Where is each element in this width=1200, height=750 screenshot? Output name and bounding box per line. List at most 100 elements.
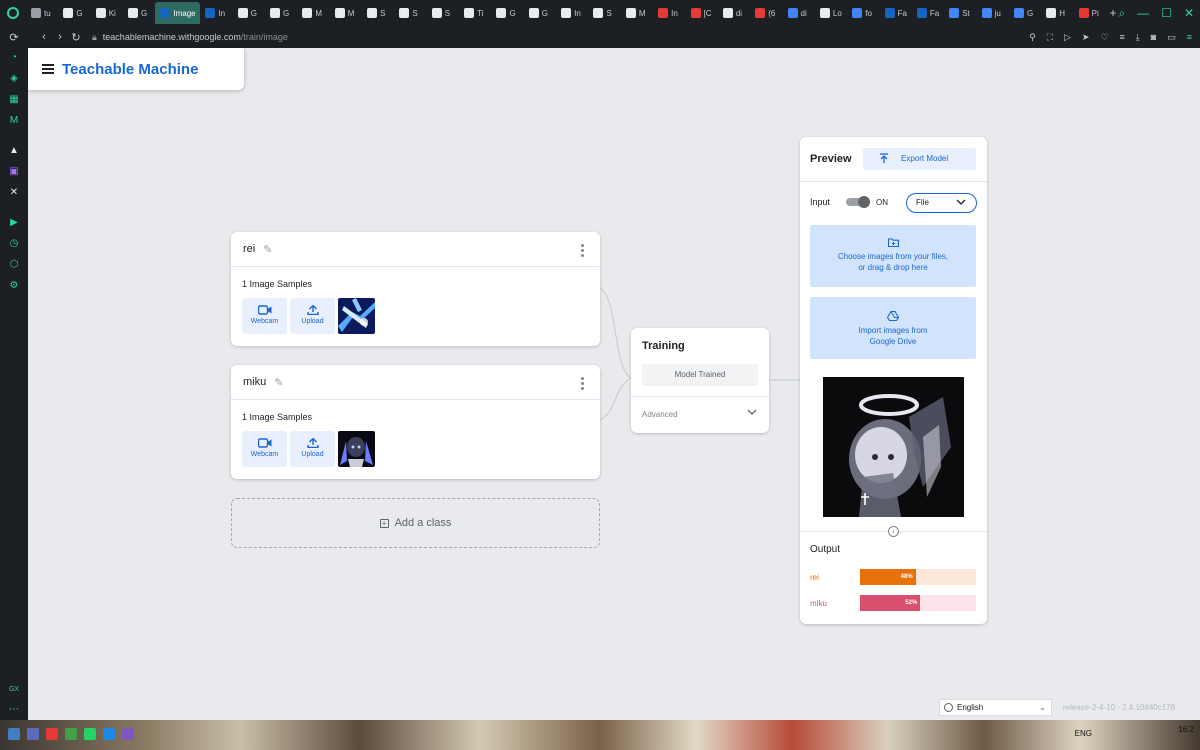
gx-icon[interactable]: GX xyxy=(8,684,20,696)
browser-tab[interactable]: fo xyxy=(847,2,879,24)
sample-thumbnail[interactable] xyxy=(338,298,375,334)
x-icon[interactable]: ✕ xyxy=(8,187,20,199)
browser-tab[interactable]: G xyxy=(233,2,265,24)
browser-tab[interactable]: [C xyxy=(686,2,718,24)
class-name[interactable]: miku xyxy=(243,376,266,388)
gx-mods-icon[interactable]: ▦ xyxy=(8,94,20,106)
more-options-icon[interactable] xyxy=(581,244,584,257)
input-toggle[interactable] xyxy=(846,196,870,208)
more-options-icon[interactable] xyxy=(581,377,584,390)
browser-tab[interactable]: Lo xyxy=(815,2,847,24)
tab-label: ju xyxy=(994,8,1001,18)
train-model-button[interactable]: Model Trained xyxy=(642,364,758,386)
browser-tab[interactable]: S xyxy=(588,2,620,24)
app-icon[interactable] xyxy=(65,728,77,740)
browser-tab[interactable]: S xyxy=(427,2,459,24)
browser-tab[interactable]: M xyxy=(297,2,329,24)
settings-icon[interactable]: ⚙ xyxy=(8,280,20,292)
pin-icon[interactable]: ⚲ xyxy=(1029,32,1036,43)
class-name[interactable]: rei xyxy=(243,243,255,255)
chevron-down-icon[interactable] xyxy=(747,408,757,416)
browser-tab[interactable]: S xyxy=(394,2,426,24)
google-drive-import[interactable]: Import images from Google Drive xyxy=(810,297,976,359)
browser-tab[interactable]: G xyxy=(1009,2,1041,24)
browser-tab[interactable]: G xyxy=(491,2,523,24)
advanced-toggle[interactable]: Advanced xyxy=(642,410,678,419)
export-model-button[interactable]: Export Model xyxy=(863,148,976,170)
browser-tab[interactable]: G xyxy=(524,2,556,24)
browser-tab[interactable]: (6 xyxy=(750,2,782,24)
app-icon[interactable] xyxy=(122,728,134,740)
browser-tab[interactable]: ju xyxy=(977,2,1009,24)
minimize-icon[interactable]: — xyxy=(1137,6,1149,20)
browser-tab[interactable]: Fa xyxy=(880,2,912,24)
hamburger-menu-icon[interactable] xyxy=(42,64,54,74)
play-icon[interactable]: ▷ xyxy=(1064,32,1071,43)
source-select[interactable]: File xyxy=(906,193,977,213)
browser-tab[interactable]: Pi xyxy=(1074,2,1106,24)
screenshot-icon[interactable]: ⛶ xyxy=(1047,32,1053,43)
browser-tab[interactable]: In xyxy=(556,2,588,24)
browser-tab[interactable]: G xyxy=(265,2,297,24)
gx-control-icon[interactable]: ◔ xyxy=(8,52,20,64)
sample-thumbnail[interactable] xyxy=(338,431,375,467)
heart-icon[interactable]: ♡ xyxy=(1100,32,1108,43)
edit-pencil-icon[interactable]: ✎ xyxy=(263,243,272,256)
browser-tab[interactable]: G xyxy=(123,2,155,24)
browser-tab[interactable]: di xyxy=(718,2,750,24)
browser-tab[interactable]: M xyxy=(330,2,362,24)
battery-icon[interactable]: ▭ xyxy=(1167,32,1176,43)
browser-tab[interactable]: M xyxy=(621,2,653,24)
upload-button[interactable]: Upload xyxy=(290,298,335,334)
browser-tab[interactable]: di xyxy=(783,2,815,24)
input-language[interactable]: ENG xyxy=(1075,729,1092,738)
arc-icon[interactable]: ▲ xyxy=(8,145,20,157)
gx-corner-icon[interactable]: ◈ xyxy=(8,73,20,85)
history-icon[interactable]: ◷ xyxy=(8,238,20,250)
app-icon[interactable] xyxy=(103,728,115,740)
browser-tab[interactable]: St xyxy=(944,2,976,24)
send-icon[interactable]: ➤ xyxy=(1082,32,1090,43)
opera-gx-logo-icon[interactable] xyxy=(0,0,26,26)
browser-tab[interactable]: tu xyxy=(26,2,58,24)
close-icon[interactable]: ✕ xyxy=(1184,6,1194,20)
app-icon[interactable] xyxy=(27,728,39,740)
extensions-icon[interactable]: ⬡ xyxy=(8,259,20,271)
browser-tab[interactable]: Image xyxy=(155,2,201,24)
browser-tab[interactable]: G xyxy=(58,2,90,24)
player-icon[interactable]: ▶ xyxy=(8,217,20,229)
edit-pencil-icon[interactable]: ✎ xyxy=(274,376,283,389)
app-icon[interactable] xyxy=(46,728,58,740)
webcam-button[interactable]: Webcam xyxy=(242,298,287,334)
language-select[interactable]: English ⌄ xyxy=(939,699,1052,716)
file-drop-zone[interactable]: Choose images from your files, or drag &… xyxy=(810,225,976,287)
refresh-icon[interactable]: ↻ xyxy=(68,31,84,44)
browser-tab[interactable]: Ti xyxy=(459,2,491,24)
browser-tab[interactable]: Fa xyxy=(912,2,944,24)
doc-icon xyxy=(464,8,475,18)
gx-m-icon[interactable]: M xyxy=(8,115,20,127)
whatsapp-icon[interactable] xyxy=(84,728,96,740)
system-clock[interactable]: 16:2 xyxy=(1178,725,1194,735)
webcam-button[interactable]: Webcam xyxy=(242,431,287,467)
menu-icon[interactable]: ≡ xyxy=(1187,32,1192,42)
browser-tab[interactable]: H xyxy=(1041,2,1073,24)
upload-button[interactable]: Upload xyxy=(290,431,335,467)
forward-icon[interactable]: › xyxy=(52,31,68,43)
download-icon[interactable]: ⤓ xyxy=(1136,32,1140,43)
browser-tab[interactable]: Ki xyxy=(91,2,123,24)
browser-tab[interactable]: In xyxy=(653,2,685,24)
maximize-icon[interactable]: ☐ xyxy=(1161,6,1172,20)
url-field[interactable]: 🔒︎ teachablemachine.withgoogle.com/train/… xyxy=(92,32,288,43)
browser-tab[interactable]: In xyxy=(200,2,232,24)
search-icon[interactable]: ⌕ xyxy=(1118,6,1125,21)
browser-tab[interactable]: S xyxy=(362,2,394,24)
add-class-button[interactable]: + Add a class xyxy=(231,498,600,548)
windows-start-icon[interactable] xyxy=(8,728,20,740)
back-icon[interactable]: ‹ xyxy=(36,31,52,43)
twitch-icon[interactable]: ▣ xyxy=(8,166,20,178)
reload-icon[interactable]: ⟳ xyxy=(6,31,22,44)
list-icon[interactable]: ≡ xyxy=(1120,32,1125,42)
camera-icon[interactable]: ◙ xyxy=(1151,32,1156,42)
more-icon[interactable]: ⋯ xyxy=(8,704,20,716)
